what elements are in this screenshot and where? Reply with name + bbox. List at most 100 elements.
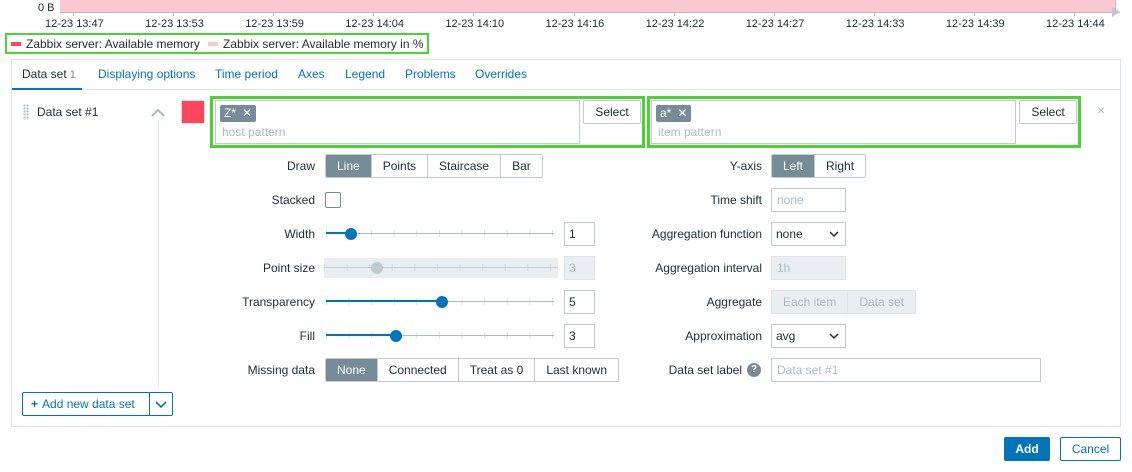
- aggregate-segmented-control: Each item Data set: [771, 290, 917, 314]
- tab-count-badge: 1: [69, 69, 76, 81]
- x-axis-tick-label: 12-23 14:10: [445, 18, 505, 30]
- point-size-slider: [324, 258, 558, 278]
- fill-slider[interactable]: [326, 330, 554, 342]
- host-select-button[interactable]: Select: [583, 100, 641, 124]
- cancel-button[interactable]: Cancel: [1060, 437, 1121, 461]
- drag-handle-icon[interactable]: [23, 104, 29, 120]
- add-button[interactable]: Add: [1004, 437, 1050, 461]
- slider-track: [326, 233, 554, 234]
- draw-option-bar[interactable]: Bar: [501, 155, 542, 177]
- transparency-slider[interactable]: [326, 296, 554, 308]
- slider-thumb[interactable]: [345, 228, 357, 240]
- tab-displaying-options[interactable]: Displaying options: [98, 67, 195, 81]
- item-select-button[interactable]: Select: [1019, 100, 1077, 124]
- x-axis-tick: [173, 12, 175, 16]
- width-slider[interactable]: [326, 228, 554, 240]
- x-axis-tick: [573, 12, 575, 16]
- missing-option-treat-as-0[interactable]: Treat as 0: [459, 359, 536, 381]
- chip-label: Z*: [224, 106, 236, 120]
- x-axis-arrow-icon: [1112, 7, 1120, 17]
- x-axis-tick-label: 12-23 14:22: [645, 18, 705, 30]
- graph-x-axis: [60, 12, 1120, 13]
- dataset-divider: [158, 120, 159, 386]
- tab-overrides[interactable]: Overrides: [475, 67, 527, 81]
- slider-thumb[interactable]: [436, 296, 448, 308]
- tab-legend[interactable]: Legend: [345, 67, 385, 81]
- transparency-label: Transparency: [242, 295, 315, 309]
- host-pattern-chip: Z* ✕: [220, 105, 257, 122]
- approximation-select[interactable]: avg: [771, 324, 846, 348]
- add-new-dataset-button[interactable]: + Add new data set: [22, 392, 150, 416]
- aggregate-option-each-item: Each item: [772, 291, 849, 313]
- missing-data-label: Missing data: [247, 363, 315, 377]
- tab-data-set[interactable]: Data set 1: [12, 67, 82, 90]
- draw-option-line[interactable]: Line: [326, 155, 372, 177]
- tab-axes[interactable]: Axes: [298, 67, 325, 81]
- stacked-label: Stacked: [271, 193, 315, 207]
- time-shift-label: Time shift: [710, 193, 762, 207]
- slider-fill: [326, 334, 394, 336]
- missing-option-connected[interactable]: Connected: [378, 359, 459, 381]
- x-axis-tick-label: 12-23 14:04: [345, 18, 405, 30]
- x-axis-tick-label: 12-23 14:27: [745, 18, 805, 30]
- x-axis-tick: [973, 12, 975, 16]
- item-pattern-placeholder: item pattern: [658, 125, 722, 139]
- x-axis-tick: [273, 12, 275, 16]
- tab-time-period[interactable]: Time period: [215, 67, 278, 81]
- x-axis-tick-label: 12-23 14:16: [545, 18, 605, 30]
- point-size-label: Point size: [262, 261, 315, 275]
- x-axis-tick: [373, 12, 375, 16]
- chevron-down-icon: [829, 231, 839, 238]
- fill-label: Fill: [299, 329, 315, 343]
- y-axis-label: Y-axis: [729, 159, 762, 173]
- draw-option-points[interactable]: Points: [372, 155, 429, 177]
- legend-swatch: [11, 42, 21, 46]
- legend-swatch: [208, 42, 218, 46]
- x-axis-tick: [673, 12, 675, 16]
- plus-icon: +: [31, 397, 39, 411]
- x-axis-tick: [1074, 12, 1075, 16]
- y-axis-option-right[interactable]: Right: [815, 155, 865, 177]
- draw-segmented-control: Line Points Staircase Bar: [325, 154, 543, 178]
- help-icon[interactable]: ?: [747, 363, 761, 377]
- stacked-checkbox[interactable]: [325, 192, 341, 208]
- dataset-label-input[interactable]: Data set #1: [771, 358, 1041, 382]
- x-axis-tick-label: 12-23 14:33: [845, 18, 905, 30]
- aggregate-label: Aggregate: [706, 295, 762, 309]
- draw-option-staircase[interactable]: Staircase: [428, 155, 502, 177]
- slider-thumb: [371, 262, 383, 274]
- dataset-title: Data set #1: [37, 105, 99, 119]
- remove-chip-icon[interactable]: ✕: [242, 106, 252, 120]
- x-axis-tick-label: 12-23 14:39: [945, 18, 1005, 30]
- transparency-value-input[interactable]: 5: [564, 290, 595, 314]
- add-dataset-menu-button[interactable]: [149, 392, 173, 416]
- host-pattern-placeholder: host pattern: [222, 125, 286, 139]
- width-value-input[interactable]: 1: [564, 222, 595, 246]
- aggregation-interval-label: Aggregation interval: [655, 261, 762, 275]
- chip-label: a*: [660, 106, 672, 120]
- graph-preview-area: [60, 0, 1116, 12]
- fill-value-input[interactable]: 3: [564, 324, 595, 348]
- tab-problems[interactable]: Problems: [405, 67, 456, 81]
- tab-bar: Data set 1 Displaying options Time period…: [12, 60, 1120, 90]
- legend-label: Zabbix server: Available memory in %: [223, 37, 424, 51]
- slider-track: [324, 267, 558, 268]
- missing-option-none[interactable]: None: [326, 359, 378, 381]
- dataset-label-label: Data set label: [668, 363, 742, 377]
- item-pattern-input[interactable]: a* ✕ item pattern: [651, 100, 1016, 144]
- dataset-color-picker[interactable]: [181, 100, 205, 124]
- host-pattern-input[interactable]: Z* ✕ host pattern: [215, 100, 580, 144]
- slider-thumb[interactable]: [390, 330, 402, 342]
- time-shift-input[interactable]: none: [771, 188, 846, 212]
- x-axis-tick: [873, 12, 875, 16]
- aggregation-function-select[interactable]: none: [771, 222, 846, 246]
- missing-option-last-known[interactable]: Last known: [535, 359, 618, 381]
- chevron-up-icon[interactable]: [150, 106, 166, 118]
- remove-dataset-icon[interactable]: ×: [1097, 102, 1105, 118]
- remove-chip-icon[interactable]: ✕: [677, 106, 687, 120]
- point-size-value-input: 3: [564, 256, 595, 280]
- y-axis-option-left[interactable]: Left: [772, 155, 816, 177]
- select-value: none: [776, 227, 803, 241]
- x-axis-tick-label: 12-23 13:47: [45, 18, 104, 30]
- x-axis-tick-label: 12-23 13:59: [245, 18, 304, 30]
